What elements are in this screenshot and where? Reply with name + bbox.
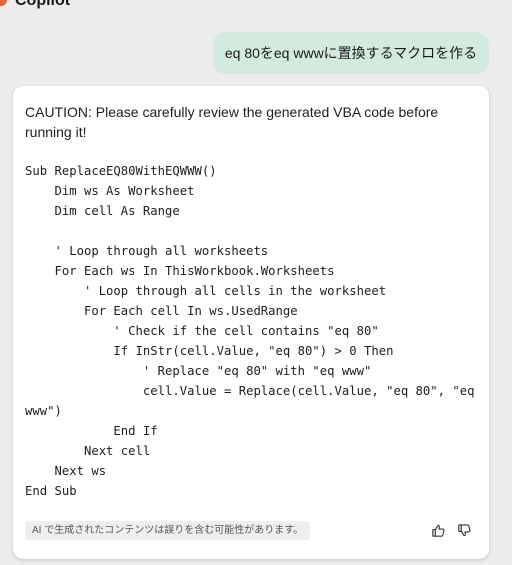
code-line: If InStr(cell.Value, "eq 80") > 0 Then [25, 344, 394, 358]
code-line: cell.Value = Replace(cell.Value, "eq 80"… [25, 384, 475, 398]
code-line: Next cell [25, 444, 151, 458]
code-line: Next ws [25, 464, 107, 478]
code-line: ' Loop through all worksheets [25, 244, 269, 258]
code-line: Dim cell As Range [25, 204, 180, 218]
ai-disclaimer-label: AI で生成されたコンテンツは誤りを含む可能性があります。 [25, 521, 311, 540]
code-line: ' Replace "eq 80" with "eq www" [25, 364, 372, 378]
code-line: Dim ws As Worksheet [25, 184, 195, 198]
user-message-bubble: eq 80をeq wwwに置換するマクロを作る [213, 32, 489, 74]
code-line: End Sub [25, 484, 77, 498]
code-line: For Each ws In ThisWorkbook.Worksheets [25, 264, 335, 278]
code-line: ' Check if the cell contains "eq 80" [25, 324, 379, 338]
assistant-response-card: CAUTION: Please carefully review the gen… [13, 86, 489, 559]
code-line: End If [25, 424, 158, 438]
code-line: www") [25, 404, 62, 418]
app-title: Copilot [15, 0, 71, 9]
thumbs-down-icon[interactable] [453, 519, 475, 541]
vba-code-block: Sub ReplaceEQ80WithEQWWW() Dim ws As Wor… [25, 161, 484, 501]
thumbs-up-icon[interactable] [427, 519, 449, 541]
code-line: Sub ReplaceEQ80WithEQWWW() [25, 164, 217, 178]
copilot-logo-icon [0, 0, 7, 6]
chevron-up-icon[interactable]: ⌃ [480, 0, 492, 5]
user-message-text: eq 80をeq wwwに置換するマクロを作る [224, 45, 478, 61]
code-line: ' Loop through all cells in the workshee… [25, 284, 387, 298]
code-line: For Each cell In ws.UsedRange [25, 304, 298, 318]
top-bar: Copilot ⌃ [0, 0, 512, 14]
caution-text: CAUTION: Please carefully review the gen… [25, 104, 439, 140]
